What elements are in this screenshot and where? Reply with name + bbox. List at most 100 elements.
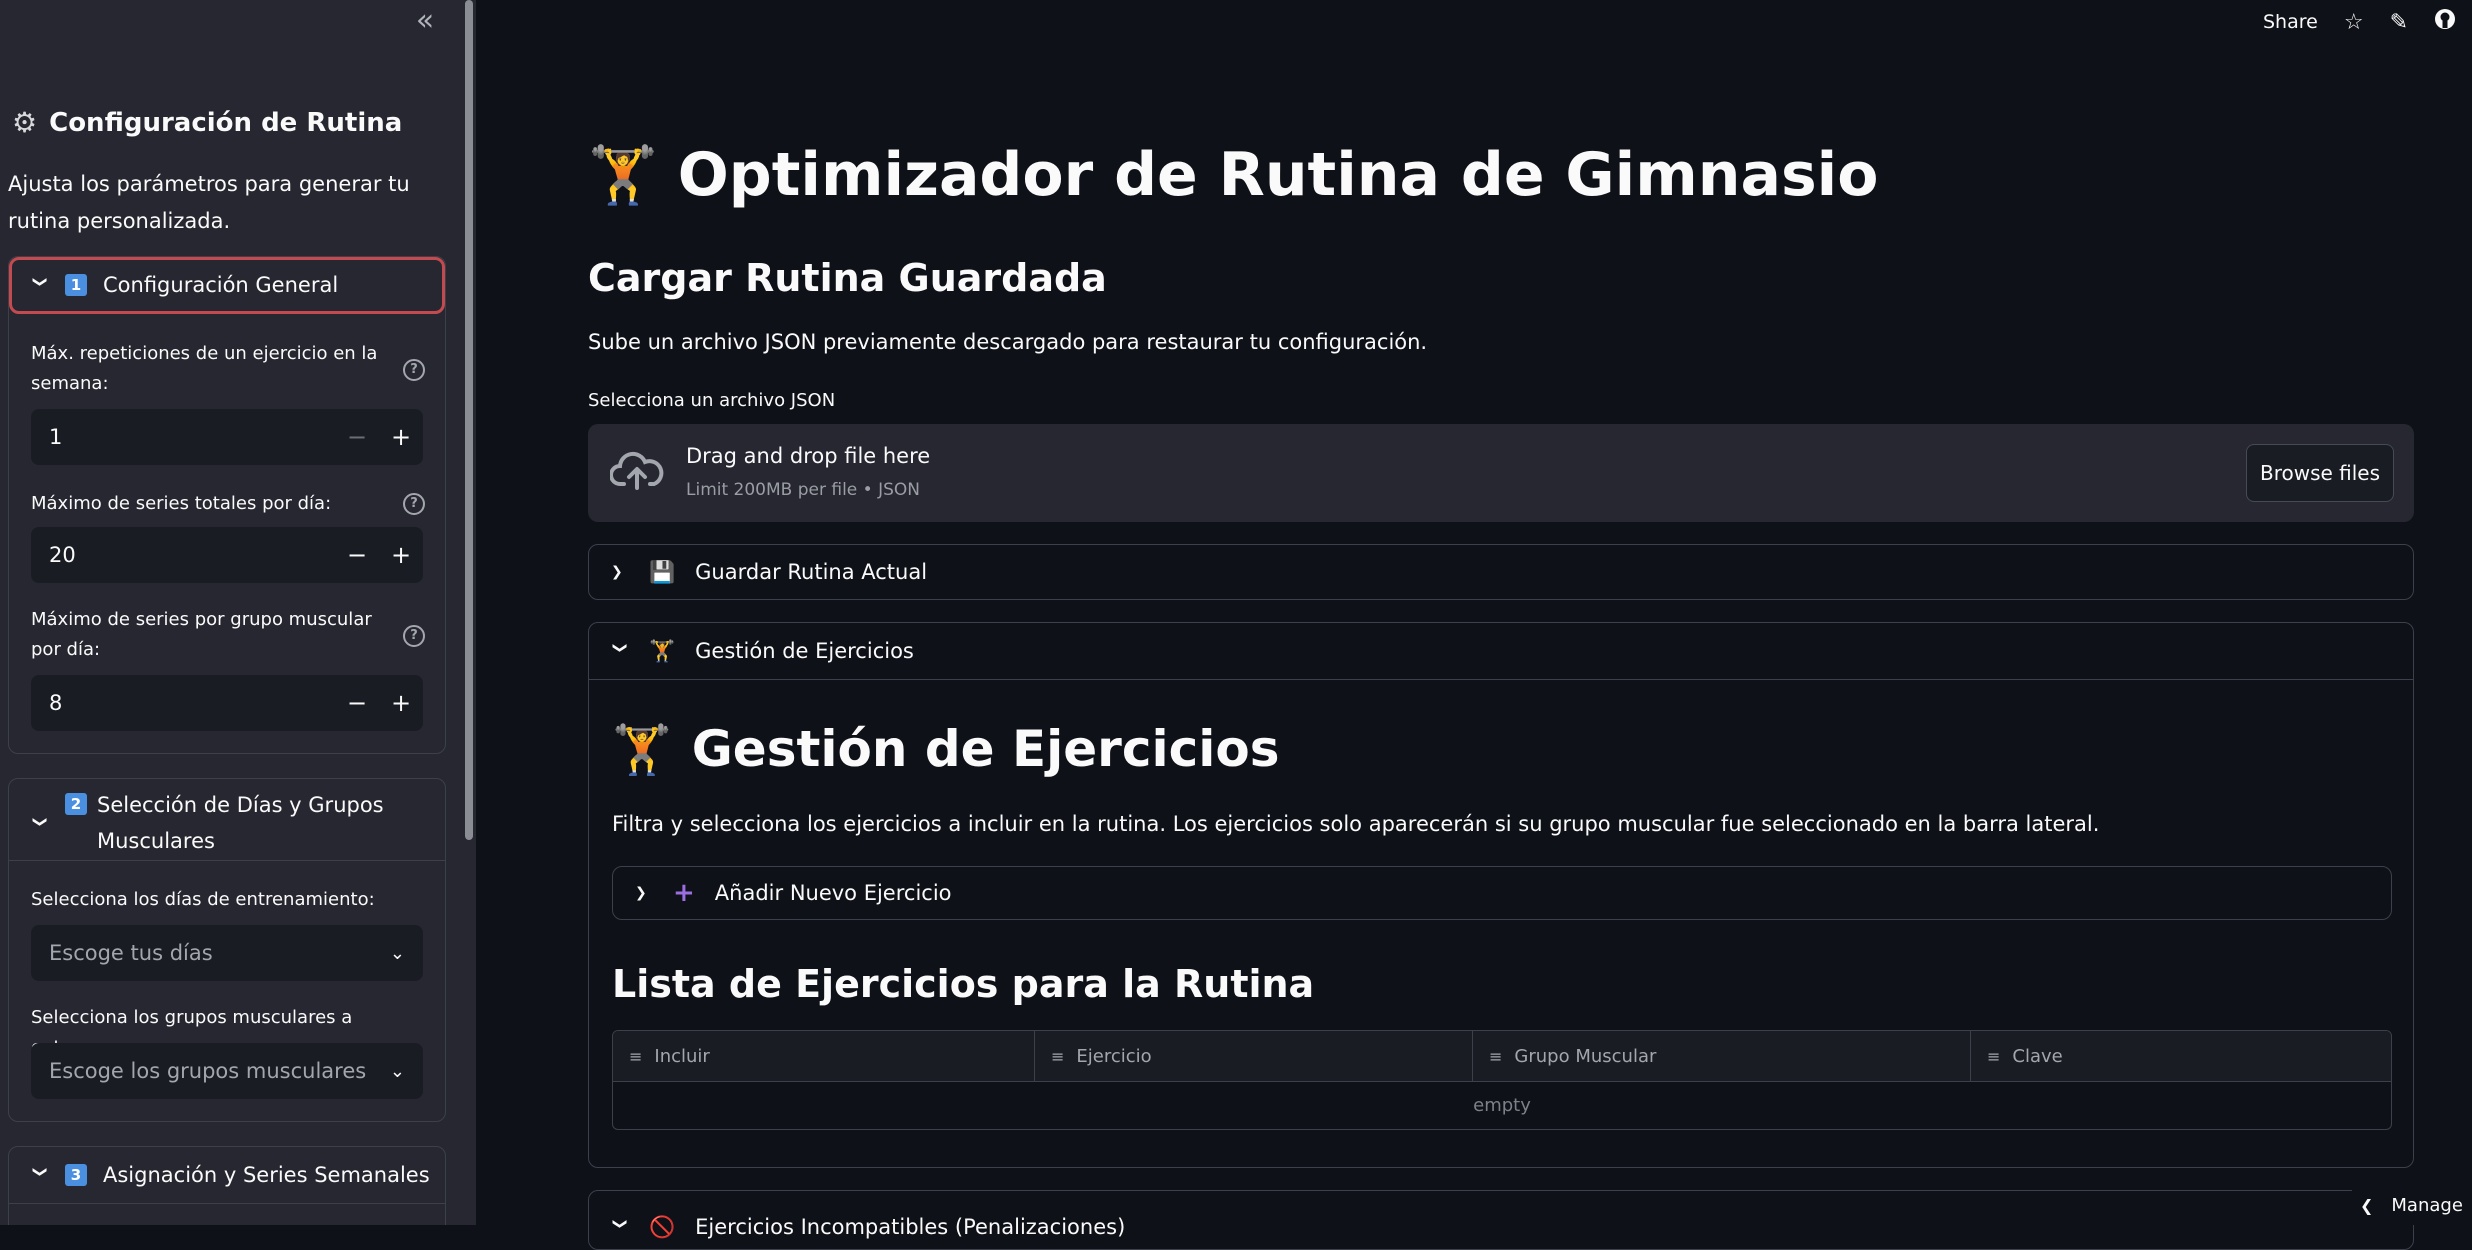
- chevron-down-icon: ⌄: [389, 942, 405, 964]
- column-label: Incluir: [654, 1045, 710, 1067]
- expander-guardar-rutina[interactable]: ❯ 💾 Guardar Rutina Actual: [588, 544, 2414, 600]
- weight-lifter-icon: 🏋: [588, 143, 658, 208]
- section-seleccion-dias: ❯ 2 Selección de Días y Grupos Musculare…: [8, 778, 446, 1122]
- browse-files-button[interactable]: Browse files: [2246, 444, 2394, 502]
- help-icon[interactable]: ?: [403, 493, 425, 515]
- max-repeticiones-input[interactable]: 1 − +: [31, 409, 423, 465]
- chevron-down-icon: ❯: [612, 642, 628, 654]
- section-asignacion-series: ❯ 3 Asignación y Series Semanales: [8, 1146, 446, 1225]
- expander-anadir-header[interactable]: ❯ + Añadir Nuevo Ejercicio: [613, 867, 2391, 919]
- gestion-description: Filtra y selecciona los ejercicios a inc…: [612, 812, 2100, 836]
- dias-placeholder: Escoge tus días: [49, 941, 213, 965]
- sidebar-description: Ajusta los parámetros para generar tu ru…: [8, 172, 410, 233]
- table-empty-state: empty: [1473, 1095, 1531, 1116]
- column-label: Ejercicio: [1076, 1045, 1152, 1067]
- load-description: Sube un archivo JSON previamente descarg…: [588, 330, 1428, 354]
- column-header-incluir[interactable]: ≡ Incluir: [613, 1031, 1035, 1081]
- page-title-text: Optimizador de Rutina de Gimnasio: [677, 140, 1879, 210]
- expander-incompat-label: Ejercicios Incompatibles (Penalizaciones…: [695, 1215, 1126, 1239]
- top-toolbar: Share ☆ ✎: [2263, 0, 2472, 44]
- field-dias-label: Selecciona los días de entrenamiento:: [31, 889, 375, 910]
- expander-gestion-header[interactable]: ❯ 🏋 Gestión de Ejercicios: [589, 623, 2413, 680]
- chevron-down-icon: ❯: [32, 1166, 48, 1178]
- expander-ejercicios-incompatibles[interactable]: ❯ 🚫 Ejercicios Incompatibles (Penalizaci…: [588, 1190, 2414, 1250]
- weight-lifter-icon: 🏋: [649, 638, 676, 663]
- chevron-right-icon: ❯: [635, 885, 647, 901]
- section-1-label: Configuración General: [103, 273, 339, 297]
- load-heading: Cargar Rutina Guardada: [588, 256, 1107, 300]
- file-uploader[interactable]: Drag and drop file here Limit 200MB per …: [588, 424, 2414, 522]
- column-header-grupo-muscular[interactable]: ≡ Grupo Muscular: [1473, 1031, 1971, 1081]
- upload-label: Selecciona un archivo JSON: [588, 390, 836, 411]
- drag-drop-text: Drag and drop file here: [686, 444, 931, 468]
- collapse-sidebar-icon[interactable]: «: [410, 4, 440, 38]
- grupos-select[interactable]: Escoge los grupos musculares ⌄: [31, 1043, 423, 1099]
- expander-gestion-label: Gestión de Ejercicios: [695, 639, 914, 663]
- gear-icon: ⚙: [12, 106, 38, 139]
- dias-select[interactable]: Escoge tus días ⌄: [31, 925, 423, 981]
- section-3-label: Asignación y Series Semanales: [103, 1163, 430, 1187]
- max-series-grupo-value[interactable]: 8: [31, 691, 335, 715]
- chevron-down-icon: ⌄: [389, 1060, 405, 1082]
- star-icon[interactable]: ☆: [2344, 10, 2364, 35]
- floppy-disk-icon: 💾: [649, 559, 676, 584]
- text-column-icon: ≡: [629, 1046, 643, 1066]
- field-max-series-grupo-label: Máximo de series por grupo muscular por …: [31, 609, 372, 660]
- sidebar-scrollbar[interactable]: [465, 0, 473, 840]
- section-2-header[interactable]: ❯ 2 Selección de Días y Grupos Musculare…: [9, 779, 445, 861]
- list-heading: Lista de Ejercicios para la Rutina: [612, 962, 1315, 1006]
- edit-icon[interactable]: ✎: [2390, 10, 2408, 35]
- expander-guardar-label: Guardar Rutina Actual: [695, 560, 928, 584]
- chevron-down-icon: ❯: [612, 1218, 628, 1230]
- cloud-upload-icon: [609, 450, 664, 496]
- table-header: ≡ Incluir ≡ Ejercicio ≡ Grupo Muscular ≡…: [613, 1031, 2391, 1082]
- column-header-ejercicio[interactable]: ≡ Ejercicio: [1035, 1031, 1473, 1081]
- sidebar: « ⚙ Configuración de Rutina Ajusta los p…: [0, 0, 476, 1225]
- sidebar-title: ⚙ Configuración de Rutina: [12, 106, 402, 139]
- text-column-icon: ≡: [1987, 1046, 2001, 1066]
- text-column-icon: ≡: [1489, 1046, 1503, 1066]
- column-label: Clave: [2012, 1045, 2063, 1067]
- section-3-header[interactable]: ❯ 3 Asignación y Series Semanales: [9, 1147, 445, 1204]
- share-button[interactable]: Share: [2263, 11, 2318, 33]
- field-max-repeticiones-label: Máx. repeticiones de un ejercicio en la …: [31, 343, 378, 394]
- text-column-icon: ≡: [1051, 1046, 1065, 1066]
- increment-button[interactable]: +: [379, 541, 423, 569]
- max-repeticiones-value[interactable]: 1: [31, 425, 335, 449]
- section-1-header[interactable]: ❯ 1 Configuración General: [9, 257, 445, 314]
- chevron-right-icon: ❯: [611, 564, 623, 580]
- chevron-down-icon: ❯: [32, 276, 48, 288]
- page-title: 🏋 Optimizador de Rutina de Gimnasio: [588, 140, 1878, 210]
- sidebar-title-text: Configuración de Rutina: [49, 107, 403, 138]
- increment-button[interactable]: +: [379, 423, 423, 451]
- decrement-button[interactable]: −: [335, 541, 379, 569]
- max-series-dia-input[interactable]: 20 − +: [31, 527, 423, 583]
- expander-incompat-header[interactable]: ❯ 🚫 Ejercicios Incompatibles (Penalizaci…: [589, 1191, 2413, 1247]
- keycap-three-icon: 3: [65, 1164, 87, 1186]
- prohibited-icon: 🚫: [649, 1214, 676, 1239]
- increment-button[interactable]: +: [379, 689, 423, 717]
- plus-icon: +: [673, 878, 695, 908]
- expander-anadir-ejercicio[interactable]: ❯ + Añadir Nuevo Ejercicio: [612, 866, 2392, 920]
- weight-lifter-icon: 🏋: [612, 721, 672, 778]
- max-series-grupo-input[interactable]: 8 − +: [31, 675, 423, 731]
- limit-text: Limit 200MB per file • JSON: [686, 480, 920, 500]
- gestion-title: 🏋 Gestión de Ejercicios: [612, 720, 1280, 778]
- decrement-button[interactable]: −: [335, 423, 379, 451]
- grupos-placeholder: Escoge los grupos musculares: [49, 1059, 367, 1083]
- help-icon[interactable]: ?: [403, 359, 425, 381]
- expander-anadir-label: Añadir Nuevo Ejercicio: [714, 881, 952, 905]
- decrement-button[interactable]: −: [335, 689, 379, 717]
- github-icon[interactable]: [2434, 8, 2456, 36]
- expander-guardar-header[interactable]: ❯ 💾 Guardar Rutina Actual: [589, 545, 2413, 599]
- chevron-left-icon: ❮: [2360, 1196, 2374, 1215]
- column-label: Grupo Muscular: [1514, 1045, 1657, 1067]
- column-header-clave[interactable]: ≡ Clave: [1971, 1031, 2391, 1081]
- exercise-table: ≡ Incluir ≡ Ejercicio ≡ Grupo Muscular ≡…: [612, 1030, 2392, 1130]
- gestion-title-text: Gestión de Ejercicios: [691, 720, 1280, 778]
- manage-app-button[interactable]: ❮ Manage: [2352, 1186, 2472, 1225]
- help-icon[interactable]: ?: [403, 625, 425, 647]
- section-2-label: Selección de Días y Grupos Musculares: [97, 793, 384, 853]
- field-max-series-dia-label: Máximo de series totales por día:: [31, 493, 332, 514]
- max-series-dia-value[interactable]: 20: [31, 543, 335, 567]
